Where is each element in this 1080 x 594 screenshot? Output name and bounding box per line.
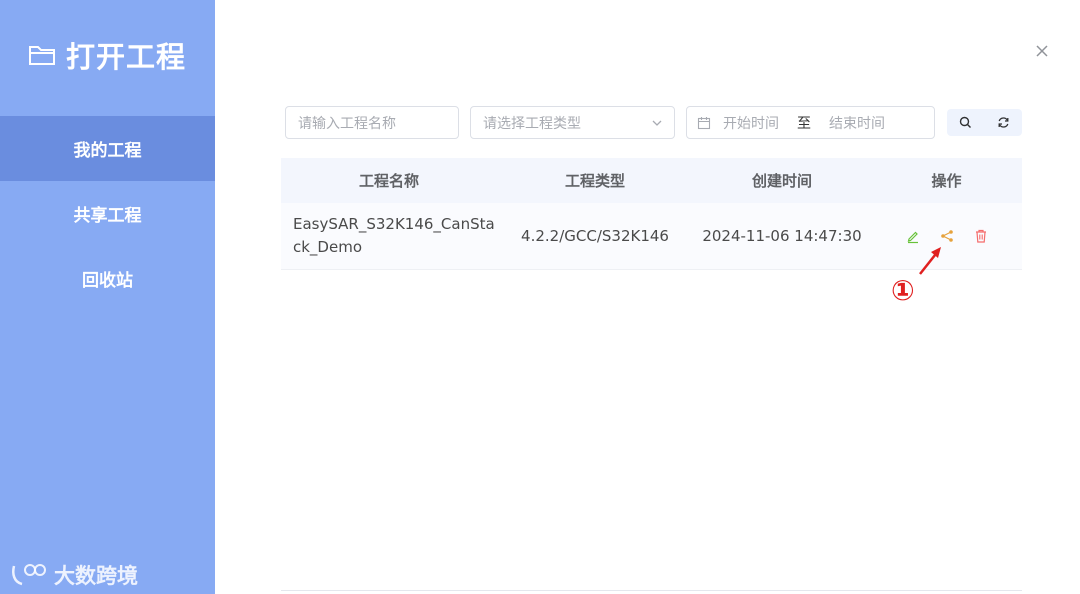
table-header: 工程名称 工程类型 创建时间 操作 (281, 158, 1022, 203)
calendar-icon (697, 116, 711, 129)
search-input[interactable]: 请输入工程名称 (285, 106, 459, 139)
watermark-text: 大数跨境 (54, 564, 138, 588)
end-date-placeholder[interactable]: 结束时间 (829, 113, 885, 133)
cell-project-type: 4.2.2/GCC/S32K146 (521, 227, 669, 245)
sidebar-item-label: 共享工程 (73, 206, 142, 226)
annotation-label: ① (891, 274, 915, 307)
header-actions: 操作 (931, 172, 962, 190)
sidebar-item-my-projects[interactable]: 我的工程 (0, 116, 215, 181)
app-title-text: 打开工程 (66, 40, 187, 74)
app-title: 打开工程 (28, 34, 186, 76)
sidebar-nav: 我的工程 共享工程 回收站 (0, 116, 215, 311)
range-separator: 至 (797, 115, 811, 132)
start-date-placeholder[interactable]: 开始时间 (723, 113, 779, 133)
trash-icon (975, 229, 986, 243)
sidebar-item-label: 我的工程 (73, 141, 142, 161)
sidebar-item-shared-projects[interactable]: 共享工程 (0, 181, 215, 246)
table-bottom-divider (281, 590, 1022, 591)
table-body: EasySAR_S32K146_CanStack_Demo 4.2.2/GCC/… (281, 203, 1022, 270)
search-input-placeholder: 请输入工程名称 (298, 115, 396, 132)
annotation-arrow-icon (919, 247, 941, 275)
sidebar-item-recycle-bin[interactable]: 回收站 (0, 246, 215, 311)
watermark-logo-icon (12, 564, 46, 586)
search-button[interactable] (953, 109, 979, 136)
refresh-button[interactable] (990, 109, 1016, 136)
chevron-down-icon (652, 120, 662, 126)
date-range-picker[interactable]: 开始时间 至 结束时间 (686, 106, 935, 139)
folder-icon (29, 46, 55, 65)
header-project-name: 工程名称 (358, 172, 419, 190)
table-row[interactable]: EasySAR_S32K146_CanStack_Demo 4.2.2/GCC/… (281, 203, 1022, 270)
filter-actions (947, 109, 1022, 136)
cell-created-time: 2024-11-06 14:47:30 (702, 227, 862, 245)
cell-project-name: EasySAR_S32K146_CanStack_Demo (293, 215, 495, 256)
close-icon[interactable] (1033, 42, 1051, 60)
project-type-select[interactable]: 请选择工程类型 (470, 106, 675, 139)
refresh-icon (998, 117, 1009, 128)
header-created-time: 创建时间 (751, 172, 812, 190)
sidebar: 打开工程 我的工程 共享工程 回收站 大数跨境 (0, 0, 215, 594)
type-select-placeholder: 请选择工程类型 (483, 115, 581, 132)
watermark: 大数跨境 (10, 560, 138, 590)
projects-table: 工程名称 工程类型 创建时间 操作 EasySAR_S32K146_CanSta… (281, 158, 1022, 270)
search-icon (960, 116, 972, 128)
sidebar-item-label: 回收站 (82, 271, 133, 291)
header-project-type: 工程类型 (564, 172, 625, 190)
delete-button[interactable] (973, 228, 989, 244)
